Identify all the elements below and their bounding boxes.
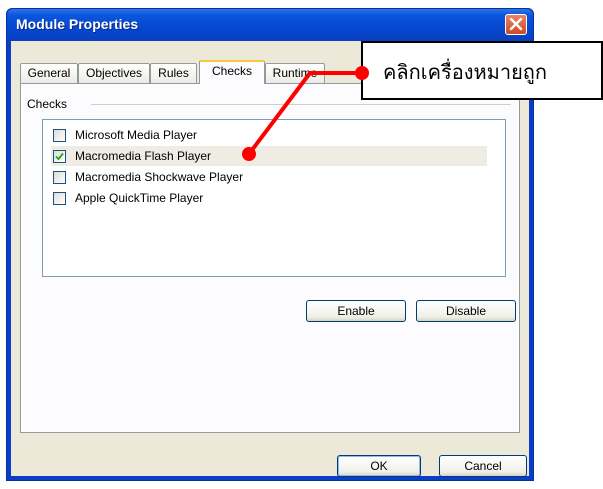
cancel-button[interactable]: Cancel	[439, 455, 527, 477]
tab-objectives[interactable]: Objectives	[78, 63, 150, 83]
list-item-label: Apple QuickTime Player	[75, 191, 204, 205]
checkbox[interactable]	[53, 171, 66, 184]
ok-button[interactable]: OK	[337, 455, 421, 477]
tab-rules[interactable]: Rules	[150, 63, 197, 83]
list-item-apple-quicktime-player[interactable]: Apple QuickTime Player	[51, 188, 487, 208]
checkbox[interactable]	[53, 129, 66, 142]
list-item-macromedia-flash-player[interactable]: Macromedia Flash Player	[51, 146, 487, 166]
title-bar[interactable]: Module Properties	[7, 9, 533, 41]
tab-general[interactable]: General	[20, 63, 78, 83]
tab-runtime[interactable]: Runtime	[265, 63, 325, 83]
checks-list[interactable]: Microsoft Media Player Macromedia Flash …	[42, 119, 506, 277]
close-button[interactable]	[505, 14, 527, 35]
enable-button[interactable]: Enable	[306, 300, 406, 322]
checks-tab-panel: Checks Microsoft Media Player Macromedia…	[20, 83, 520, 433]
checkbox[interactable]	[53, 150, 66, 163]
window-title: Module Properties	[16, 16, 139, 32]
checkbox[interactable]	[53, 192, 66, 205]
list-item-label: Macromedia Flash Player	[75, 149, 212, 163]
list-item-label: Macromedia Shockwave Player	[75, 170, 244, 184]
disable-button[interactable]: Disable	[416, 300, 516, 322]
checkmark-icon	[55, 152, 64, 161]
tab-checks[interactable]: Checks	[199, 60, 265, 84]
checks-group-label: Checks	[27, 97, 72, 111]
callout-text: คลิกเครื่องหมายถูก	[383, 60, 548, 84]
dialog-client-area: General Objectives Rules Checks Runtime …	[11, 41, 529, 477]
list-item-label: Microsoft Media Player	[75, 128, 198, 142]
list-item-microsoft-media-player[interactable]: Microsoft Media Player	[51, 125, 487, 145]
list-item-macromedia-shockwave-player[interactable]: Macromedia Shockwave Player	[51, 167, 487, 187]
instruction-callout: คลิกเครื่องหมายถูก	[361, 41, 603, 100]
group-divider	[91, 104, 511, 105]
close-icon	[509, 18, 523, 31]
